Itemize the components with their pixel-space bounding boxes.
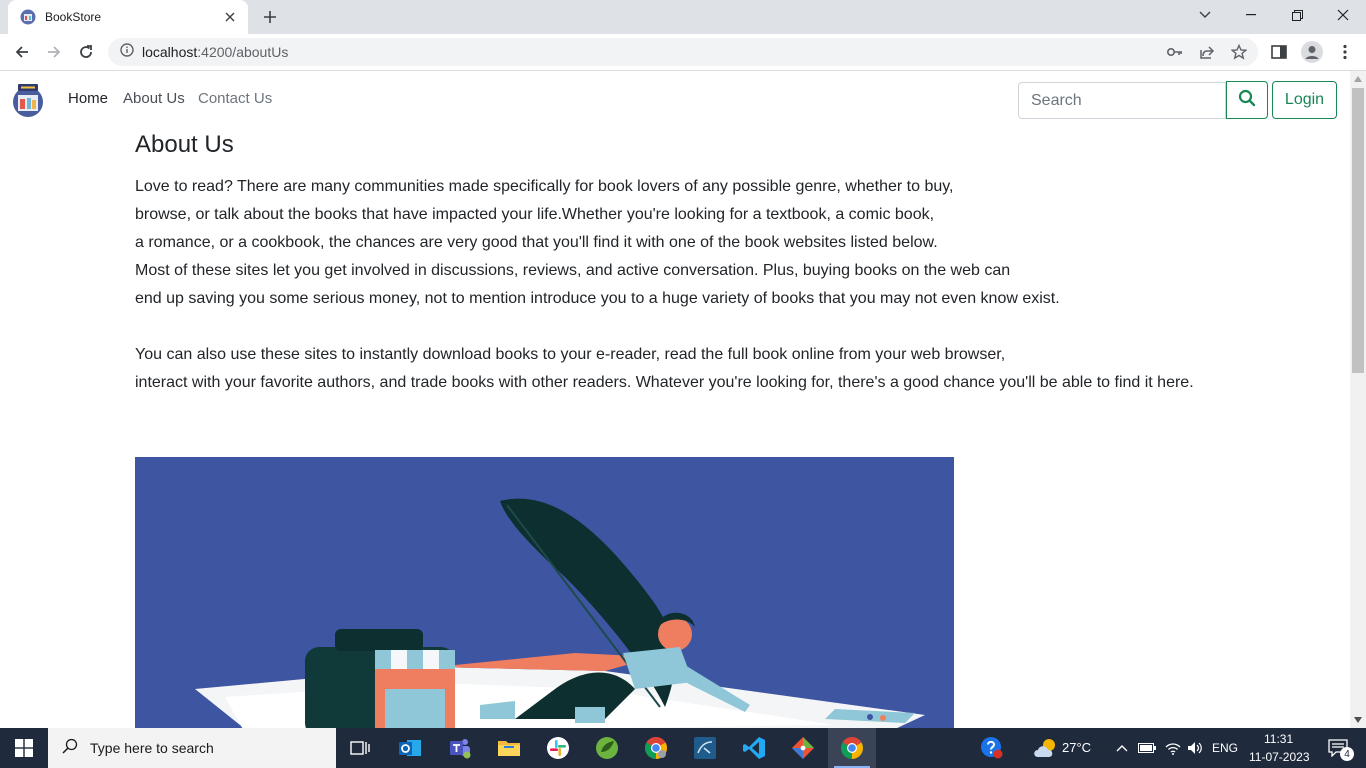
clock-date[interactable]: 11-07-2023 bbox=[1249, 750, 1310, 764]
nav-contact-us-link[interactable]: Contact Us bbox=[198, 90, 272, 107]
url-path: :4200/aboutUs bbox=[197, 44, 289, 60]
vscode-icon[interactable] bbox=[730, 728, 778, 768]
clock-time[interactable]: 11:31 bbox=[1264, 732, 1293, 746]
about-line: end up saving you some serious money, no… bbox=[135, 290, 1060, 307]
page-scrollbar[interactable] bbox=[1350, 71, 1366, 728]
help-icon[interactable] bbox=[968, 728, 1016, 768]
nav-about-us-link[interactable]: About Us bbox=[123, 90, 185, 107]
key-icon[interactable] bbox=[1166, 43, 1184, 61]
page-viewport: Home About Us Contact Us Login About Us … bbox=[0, 71, 1350, 728]
about-line: Love to read? There are many communities… bbox=[135, 178, 954, 195]
notification-count-badge: 4 bbox=[1340, 747, 1354, 761]
scroll-down-icon[interactable] bbox=[1354, 716, 1362, 724]
bookstore-favicon-icon bbox=[20, 9, 36, 25]
close-window-icon[interactable] bbox=[1320, 0, 1366, 30]
login-button[interactable]: Login bbox=[1272, 81, 1337, 119]
about-section: About Us Love to read? There are many co… bbox=[135, 129, 1285, 397]
search-icon bbox=[62, 738, 78, 759]
about-paragraph-2: You can also use these sites to instantl… bbox=[135, 341, 1285, 397]
profile-avatar-icon[interactable] bbox=[1297, 37, 1327, 67]
url-text: localhost:4200/aboutUs bbox=[142, 44, 288, 60]
back-icon[interactable] bbox=[7, 37, 37, 67]
forward-icon[interactable] bbox=[39, 37, 69, 67]
close-tab-icon[interactable] bbox=[222, 9, 238, 25]
about-line: a romance, or a cookbook, the chances ar… bbox=[135, 234, 938, 251]
git-gui-icon[interactable] bbox=[779, 728, 827, 768]
search-button[interactable] bbox=[1226, 81, 1268, 119]
slack-icon[interactable] bbox=[534, 728, 582, 768]
bookstore-logo[interactable] bbox=[12, 83, 44, 117]
hero-illustration bbox=[135, 457, 954, 728]
tab-search-icon[interactable] bbox=[1182, 0, 1228, 30]
scrollbar-thumb[interactable] bbox=[1352, 88, 1364, 373]
windows-start-icon[interactable] bbox=[0, 728, 48, 768]
reload-icon[interactable] bbox=[71, 37, 101, 67]
bookmark-star-icon[interactable] bbox=[1230, 43, 1248, 61]
task-view-icon[interactable] bbox=[336, 728, 384, 768]
tab-bookstore[interactable]: BookStore bbox=[8, 0, 248, 34]
nav-home-link[interactable]: Home bbox=[68, 90, 108, 107]
address-bar[interactable]: localhost:4200/aboutUs bbox=[108, 38, 1258, 66]
file-explorer-icon[interactable] bbox=[485, 728, 533, 768]
share-icon[interactable] bbox=[1198, 43, 1216, 61]
side-panel-icon[interactable] bbox=[1264, 37, 1294, 67]
spring-tools-icon[interactable] bbox=[583, 728, 631, 768]
search-input[interactable] bbox=[1018, 82, 1226, 119]
browser-toolbar: localhost:4200/aboutUs bbox=[0, 34, 1366, 71]
notifications-icon[interactable]: 4 bbox=[1318, 728, 1358, 768]
weather-temperature[interactable]: 27°C bbox=[1062, 740, 1091, 755]
restore-icon[interactable] bbox=[1274, 0, 1320, 30]
search-icon bbox=[1238, 89, 1256, 112]
mysql-workbench-icon[interactable] bbox=[681, 728, 729, 768]
volume-icon[interactable] bbox=[1182, 728, 1208, 768]
chrome-menu-icon[interactable] bbox=[1330, 37, 1360, 67]
url-host: localhost bbox=[142, 44, 198, 60]
about-line: You can also use these sites to instantl… bbox=[135, 346, 1006, 363]
minimize-icon[interactable] bbox=[1228, 0, 1274, 30]
taskbar-search-box[interactable]: Type here to search bbox=[48, 728, 336, 768]
new-tab-button[interactable] bbox=[258, 6, 282, 28]
battery-icon[interactable] bbox=[1134, 728, 1160, 768]
site-navbar: Home About Us Contact Us Login bbox=[0, 71, 1350, 127]
about-line: Most of these sites let you get involved… bbox=[135, 262, 1011, 279]
chrome-profile-icon[interactable] bbox=[632, 728, 680, 768]
tab-title: BookStore bbox=[45, 10, 102, 24]
teams-icon[interactable] bbox=[436, 728, 484, 768]
show-hidden-icons-icon[interactable] bbox=[1108, 728, 1136, 768]
language-indicator[interactable]: ENG bbox=[1212, 741, 1238, 755]
scroll-up-icon[interactable] bbox=[1354, 75, 1362, 83]
about-line: interact with your favorite authors, and… bbox=[135, 374, 1194, 391]
about-line: browse, or talk about the books that hav… bbox=[135, 206, 935, 223]
taskbar-search-placeholder: Type here to search bbox=[90, 740, 214, 756]
page-title: About Us bbox=[135, 131, 234, 158]
tab-strip: BookStore bbox=[0, 0, 1366, 34]
outlook-icon[interactable] bbox=[386, 728, 434, 768]
chrome-taskbar-icon[interactable] bbox=[828, 728, 876, 768]
windows-taskbar: Type here to search 27°C ENG 11:31 11-07… bbox=[0, 728, 1366, 768]
about-paragraph-1: Love to read? There are many communities… bbox=[135, 173, 1285, 313]
site-info-icon[interactable] bbox=[120, 42, 134, 62]
